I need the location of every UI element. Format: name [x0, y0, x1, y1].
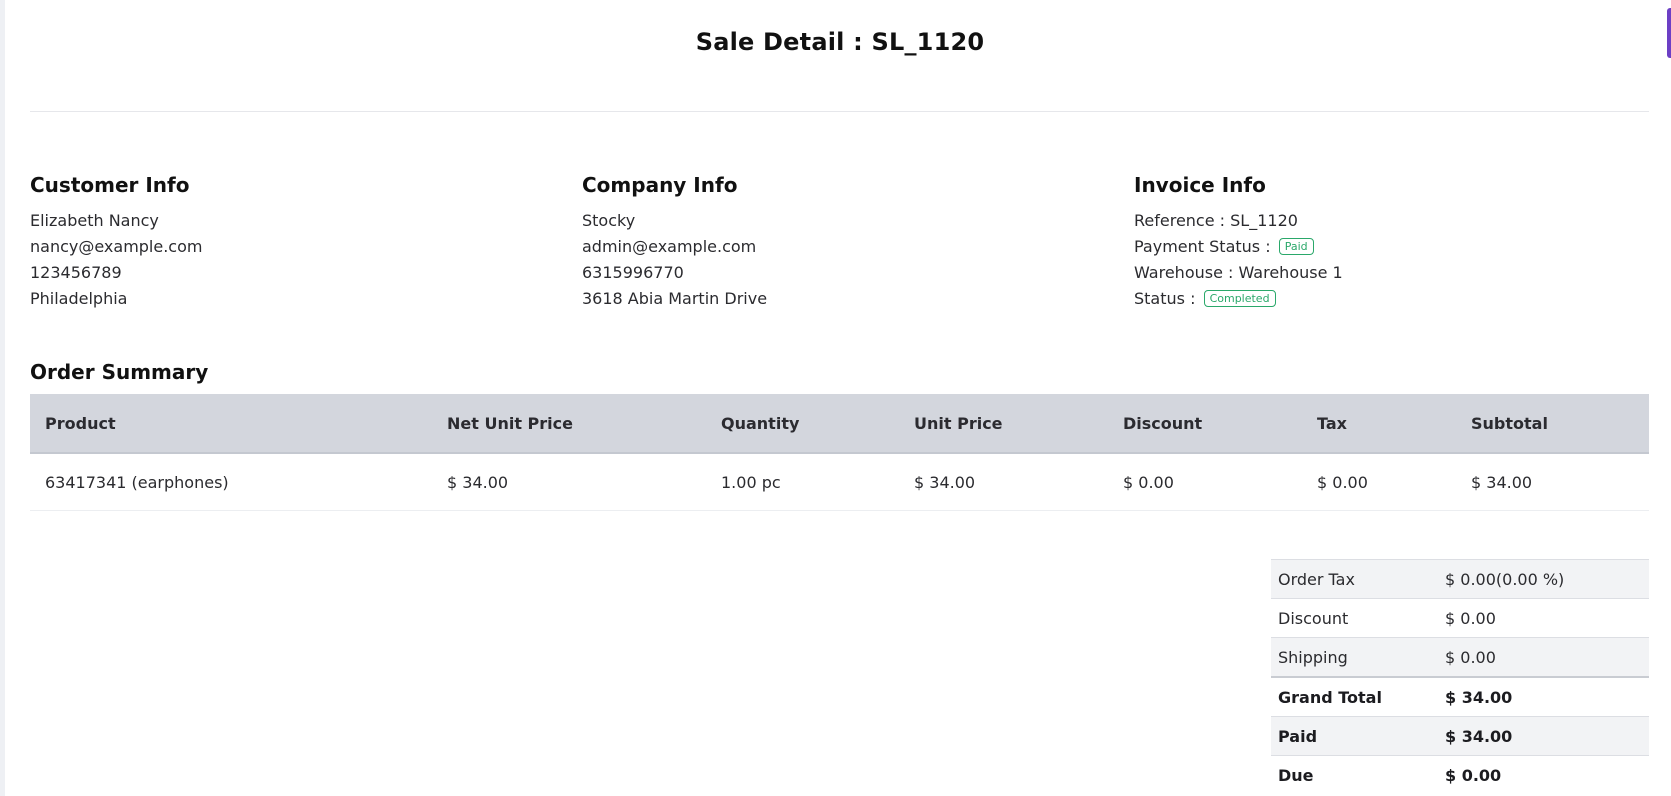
shipping-label: Shipping — [1271, 637, 1438, 677]
summary-row-order-tax: Order Tax $ 0.00(0.00 %) — [1271, 559, 1649, 599]
status-label: Status : — [1134, 289, 1196, 308]
summary-row-paid: Paid $ 34.00 — [1271, 716, 1649, 756]
column-header-quantity: Quantity — [706, 394, 899, 454]
order-table-header-row: Product Net Unit Price Quantity Unit Pri… — [30, 394, 1649, 454]
invoice-warehouse: Warehouse : Warehouse 1 — [1134, 260, 1614, 286]
invoice-status: Status : Completed — [1134, 286, 1614, 312]
invoice-payment-status: Payment Status : Paid — [1134, 234, 1614, 260]
page-title: Sale Detail : SL_1120 — [695, 28, 985, 56]
cell-discount: $ 0.00 — [1108, 453, 1302, 511]
order-tax-value: $ 0.00(0.00 %) — [1438, 559, 1649, 599]
column-header-unit-price: Unit Price — [899, 394, 1108, 454]
reference-label: Reference : — [1134, 211, 1226, 230]
cell-product: 63417341 (earphones) — [30, 453, 432, 511]
due-value: $ 0.00 — [1438, 755, 1649, 794]
customer-city: Philadelphia — [30, 289, 128, 308]
left-edge-strip — [0, 0, 5, 796]
discount-label: Discount — [1271, 598, 1438, 638]
invoice-reference: Reference : SL_1120 — [1134, 208, 1614, 234]
company-info-heading: Company Info — [582, 173, 738, 197]
totals-summary-table: Order Tax $ 0.00(0.00 %) Discount $ 0.00… — [1271, 559, 1649, 794]
company-phone: 6315996770 — [582, 263, 684, 282]
status-badge: Completed — [1203, 290, 1276, 307]
column-header-net-unit-price: Net Unit Price — [432, 394, 706, 454]
summary-row-due: Due $ 0.00 — [1271, 755, 1649, 794]
discount-value: $ 0.00 — [1438, 598, 1649, 638]
summary-row-grand-total: Grand Total $ 34.00 — [1271, 676, 1649, 717]
cell-subtotal: $ 34.00 — [1456, 453, 1649, 511]
warehouse-value: Warehouse 1 — [1238, 263, 1343, 282]
company-address: 3618 Abia Martin Drive — [582, 289, 768, 308]
company-info: Company Info Stocky admin@example.com 63… — [582, 172, 1062, 312]
customer-phone: 123456789 — [30, 263, 122, 282]
order-items-table: Product Net Unit Price Quantity Unit Pri… — [30, 394, 1649, 511]
company-name: Stocky — [582, 211, 636, 230]
order-summary-heading: Order Summary — [30, 360, 209, 384]
cell-net-unit-price: $ 34.00 — [432, 453, 706, 511]
summary-row-shipping: Shipping $ 0.00 — [1271, 637, 1649, 677]
customer-info: Customer Info Elizabeth Nancy nancy@exam… — [30, 172, 510, 312]
column-header-tax: Tax — [1302, 394, 1456, 454]
payment-status-label: Payment Status : — [1134, 237, 1271, 256]
column-header-discount: Discount — [1108, 394, 1302, 454]
payment-status-badge: Paid — [1278, 238, 1314, 255]
summary-row-discount: Discount $ 0.00 — [1271, 598, 1649, 638]
customer-info-heading: Customer Info — [30, 173, 190, 197]
header-divider — [30, 111, 1649, 112]
column-header-subtotal: Subtotal — [1456, 394, 1649, 454]
customer-name: Elizabeth Nancy — [30, 211, 159, 230]
cell-tax: $ 0.00 — [1302, 453, 1456, 511]
reference-value: SL_1120 — [1230, 211, 1298, 230]
paid-value: $ 34.00 — [1438, 716, 1649, 756]
column-header-product: Product — [30, 394, 432, 454]
customer-email: nancy@example.com — [30, 237, 203, 256]
order-tax-label: Order Tax — [1271, 559, 1438, 599]
cell-unit-price: $ 34.00 — [899, 453, 1108, 511]
grand-total-value: $ 34.00 — [1438, 676, 1649, 717]
grand-total-label: Grand Total — [1271, 676, 1438, 717]
warehouse-label: Warehouse : — [1134, 263, 1234, 282]
table-row: 63417341 (earphones) $ 34.00 1.00 pc $ 3… — [30, 453, 1649, 511]
due-label: Due — [1271, 755, 1438, 794]
cell-quantity: 1.00 pc — [706, 453, 899, 511]
company-email: admin@example.com — [582, 237, 757, 256]
invoice-info: Invoice Info Reference : SL_1120 Payment… — [1134, 172, 1614, 312]
invoice-info-heading: Invoice Info — [1134, 173, 1266, 197]
paid-label: Paid — [1271, 716, 1438, 756]
sale-detail-page: Sale Detail : SL_1120 Customer Info Eliz… — [0, 0, 1671, 796]
shipping-value: $ 0.00 — [1438, 637, 1649, 677]
